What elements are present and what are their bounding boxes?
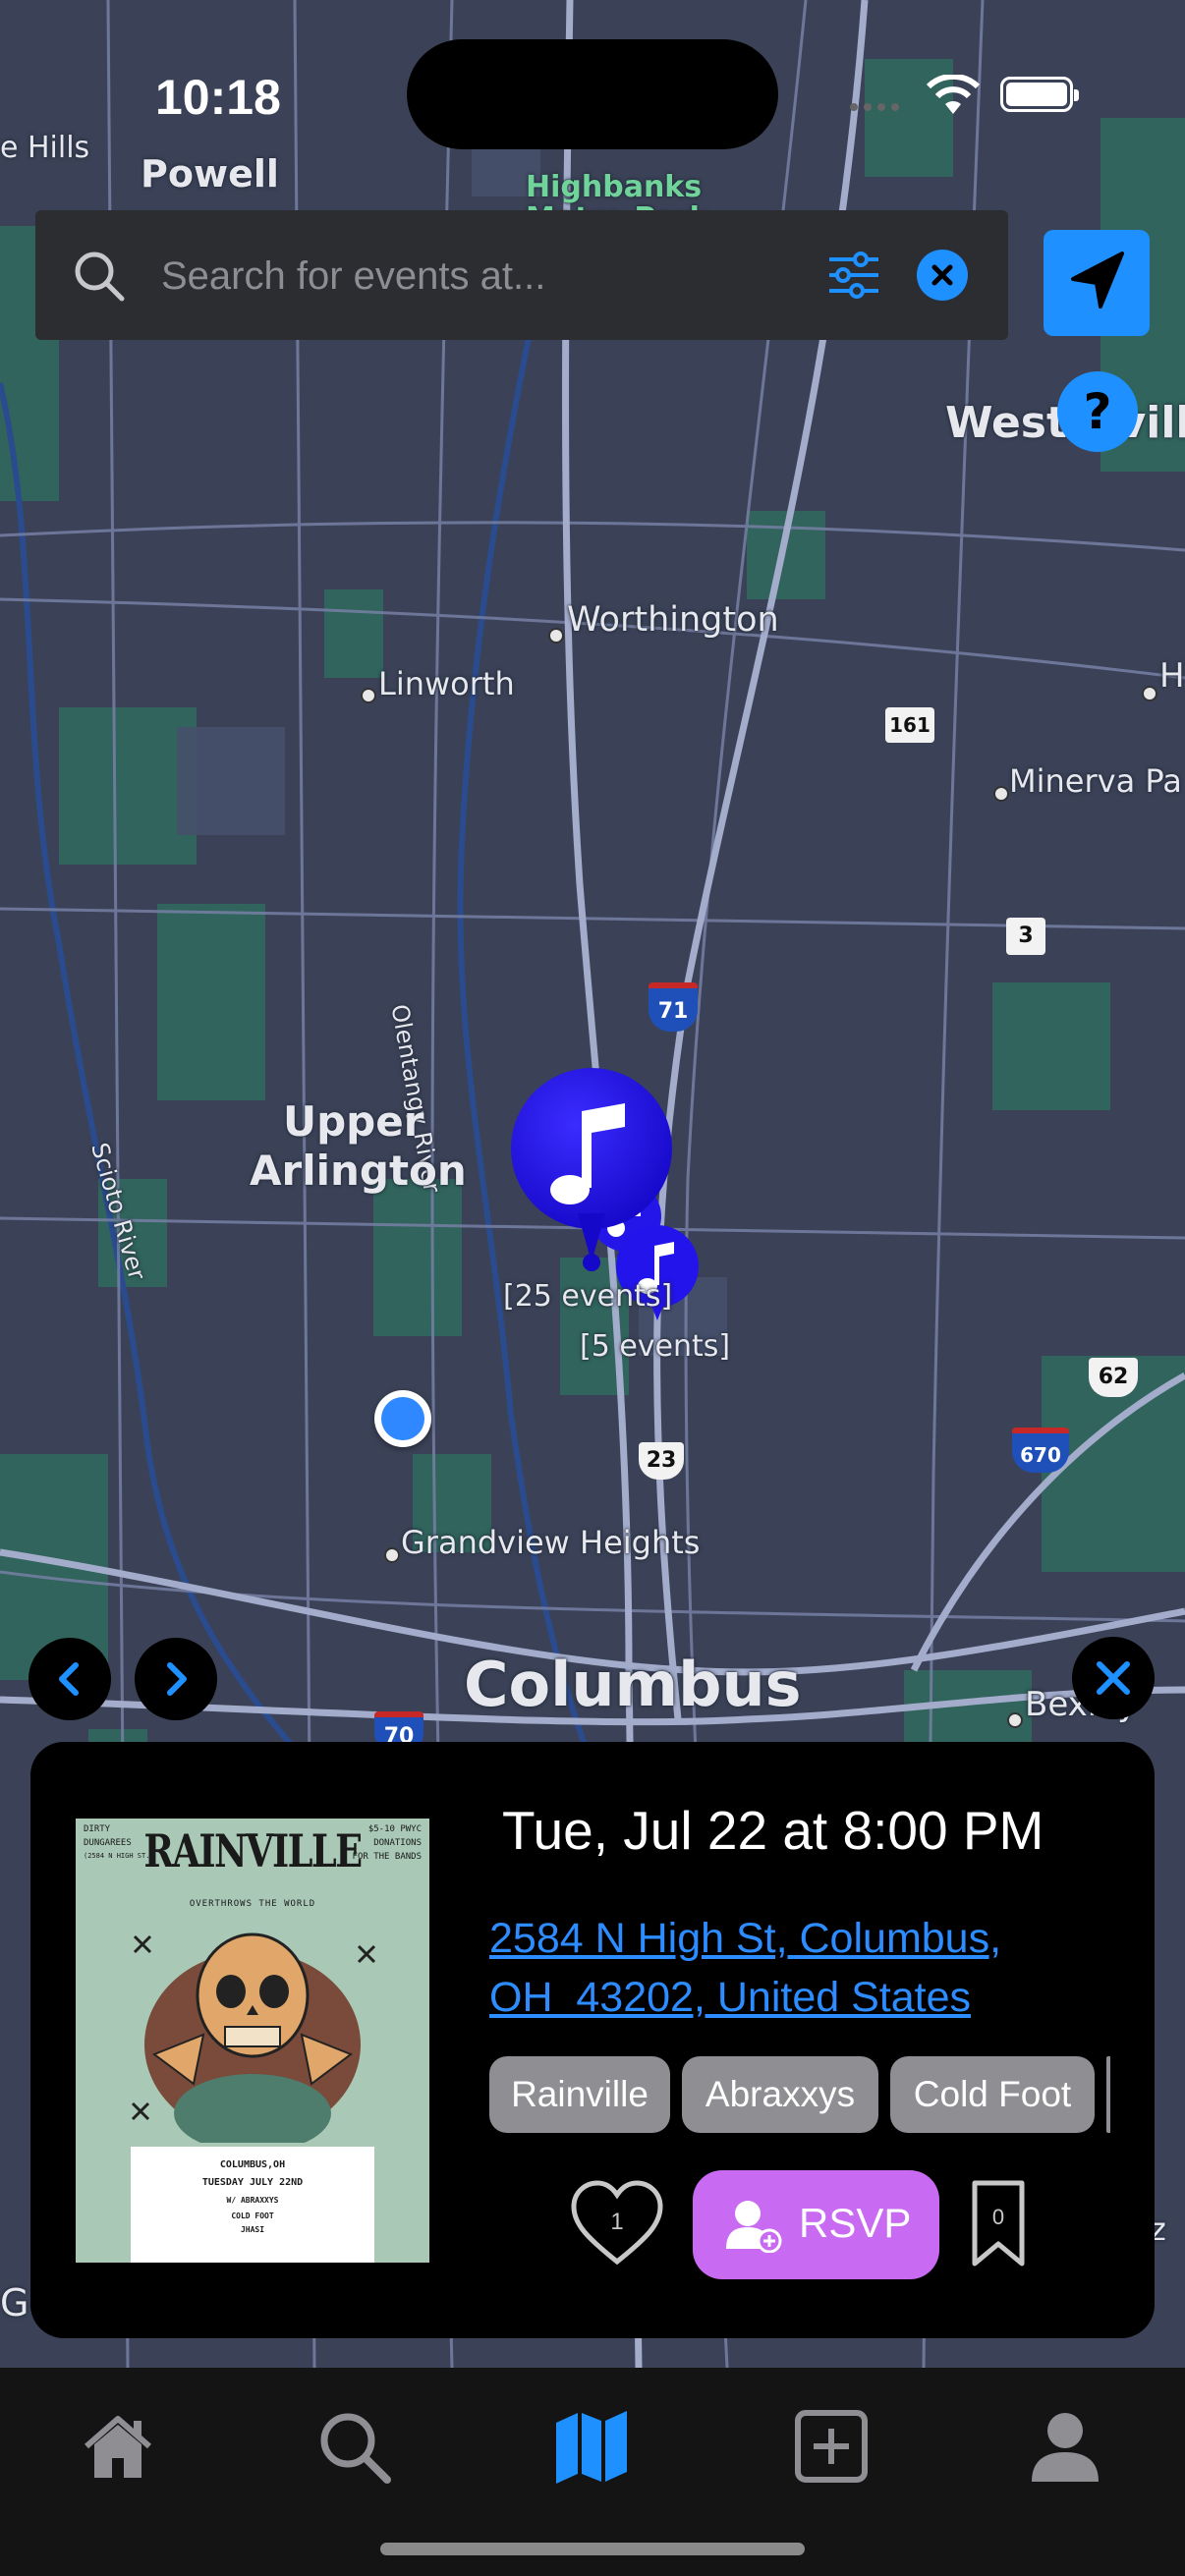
map-dot (1007, 1712, 1023, 1728)
locate-me-button[interactable] (1044, 230, 1150, 336)
address-line-1: 2584 N High St, Columbus, (489, 1915, 1002, 1962)
close-icon (931, 264, 953, 286)
map-dot (993, 786, 1009, 802)
status-time: 10:18 (155, 70, 281, 125)
route-62-shield: 62 (1089, 1358, 1138, 1397)
map-dot (384, 1547, 400, 1563)
wifi-icon (926, 75, 981, 114)
battery-icon (1000, 77, 1079, 112)
question-icon: ? (1083, 383, 1111, 440)
poster-info-box: COLUMBUS,OH TUESDAY JULY 22ND W/ ABRAXXY… (131, 2147, 374, 2263)
poster-with: W/ ABRAXXYS (226, 2196, 279, 2205)
home-indicator (380, 2543, 805, 2555)
map-label-minerva-park: Minerva Pa (1009, 762, 1182, 800)
map-label-upper-arlington: Upper (283, 1097, 424, 1146)
current-location-dot (374, 1390, 431, 1447)
location-arrow-icon (1071, 252, 1124, 308)
poster-left-top: DIRTY (84, 1824, 111, 1834)
map-label-hills: e Hills (0, 131, 90, 165)
chevron-left-icon (59, 1662, 79, 1696)
artist-chip[interactable]: Rainville (489, 2056, 670, 2133)
rsvp-button[interactable]: RSVP (693, 2170, 939, 2279)
filter-sliders-icon[interactable] (827, 252, 880, 299)
route-3-shield: 3 (1006, 918, 1045, 955)
profile-icon (1032, 2413, 1099, 2482)
add-person-icon (726, 2201, 782, 2253)
search-icon (320, 2413, 391, 2484)
map-label-columbus: Columbus (464, 1649, 802, 1720)
map-dot (1142, 686, 1157, 701)
like-count: 1 (610, 2209, 624, 2235)
artist-chip-overflow[interactable] (1106, 2056, 1110, 2133)
bookmark-count: 0 (991, 2205, 1005, 2229)
event-poster-image[interactable]: DIRTY DUNGAREES (2584 N HIGH ST.) $5-10 … (76, 1819, 429, 2263)
interstate-71-shield: 71 (649, 982, 698, 1032)
event-address-link[interactable]: 2584 N High St, Columbus, OH 43202, Unit… (489, 1909, 1001, 2027)
tab-profile[interactable] (1026, 2407, 1104, 2486)
interstate-670-shield: 670 (1012, 1428, 1069, 1473)
clear-search-button[interactable] (917, 250, 968, 301)
map-label-linworth: Linworth (378, 665, 515, 702)
signal-icon (850, 103, 899, 111)
dynamic-island (407, 39, 778, 149)
tab-search[interactable] (314, 2407, 393, 2486)
cluster-label-small: [5 events] (580, 1329, 731, 1364)
previous-event-button[interactable] (28, 1638, 111, 1720)
map-dot (548, 628, 564, 644)
poster-subtitle: OVERTHROWS THE WORLD (189, 1899, 316, 1909)
bookmark-button[interactable]: 0 (971, 2179, 1026, 2268)
cluster-label-large: [25 events] (503, 1279, 673, 1314)
help-button[interactable]: ? (1057, 371, 1138, 452)
event-datetime: Tue, Jul 22 at 8:00 PM (502, 1800, 1044, 1861)
artist-chip[interactable]: Cold Foot (890, 2056, 1095, 2133)
rsvp-label: RSVP (799, 2200, 912, 2246)
poster-city: COLUMBUS,OH (219, 2159, 286, 2170)
tab-map[interactable] (552, 2407, 631, 2486)
route-161-shield: 161 (885, 707, 934, 743)
map-label-g-edge: G (0, 2281, 29, 2324)
map-label-worthington: Worthington (567, 600, 779, 640)
artist-chip[interactable]: Abraxxys (682, 2056, 878, 2133)
tab-create[interactable] (792, 2407, 871, 2486)
map-label-highbanks: Highbanks (526, 170, 703, 204)
close-icon (1097, 1661, 1130, 1695)
poster-date: TUESDAY JULY 22ND (201, 2177, 304, 2188)
close-card-button[interactable] (1072, 1637, 1155, 1719)
tab-home[interactable] (79, 2407, 157, 2486)
chevron-right-icon (167, 1662, 187, 1696)
like-button[interactable]: 1 (568, 2179, 666, 2268)
poster-skull-illustration (131, 1932, 376, 2143)
poster-band2: COLD FOOT (231, 2212, 274, 2220)
svg-text:?: ? (1083, 383, 1111, 440)
map-label-grandview-heights: Grandview Heights (401, 1524, 701, 1561)
next-event-button[interactable] (135, 1638, 217, 1720)
map-label-powell: Powell (141, 152, 279, 196)
search-bar (35, 210, 1008, 340)
home-icon (85, 2416, 151, 2478)
map-label-h-edge: H (1159, 656, 1185, 696)
map-dot (361, 688, 376, 703)
search-icon (75, 252, 125, 302)
map-icon (556, 2411, 627, 2484)
poster-title: RAINVILLE (143, 1824, 363, 1877)
address-line-2: OH 43202, United States (489, 1974, 972, 2021)
route-23-shield: 23 (639, 1442, 684, 1480)
add-icon (795, 2410, 868, 2483)
search-input[interactable] (159, 246, 812, 307)
map-label-upper-arlington: Arlington (250, 1147, 467, 1195)
tab-bar (0, 2368, 1185, 2576)
poster-band3: JHASI (240, 2225, 265, 2234)
